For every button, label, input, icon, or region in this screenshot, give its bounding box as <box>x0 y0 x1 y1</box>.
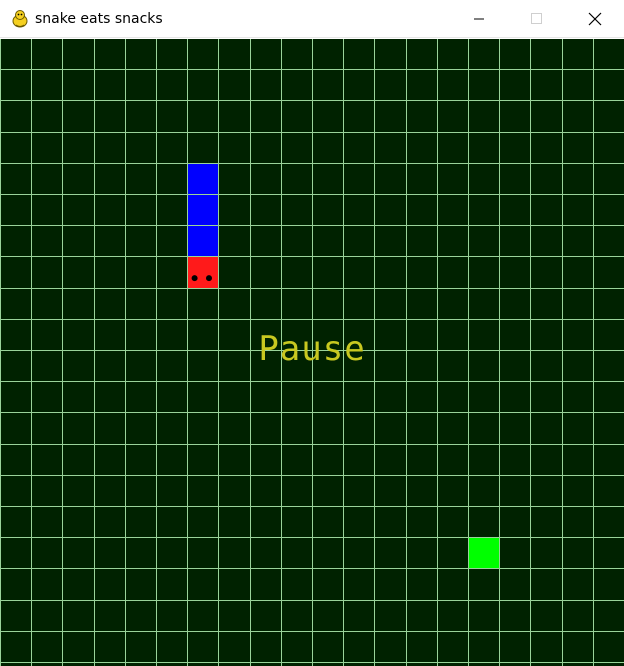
game-window: snake eats snacks Pause <box>0 0 624 666</box>
snake-head <box>188 257 218 288</box>
title-bar[interactable]: snake eats snacks <box>0 0 624 38</box>
snack-food <box>469 538 499 568</box>
snake-body-segment <box>188 195 218 225</box>
pygame-snake-icon <box>12 10 28 28</box>
snake-eye <box>206 275 212 282</box>
pause-status-text: Pause <box>258 329 366 369</box>
snake-eye <box>191 275 198 282</box>
snake-body-segment <box>188 164 218 194</box>
close-button[interactable] <box>566 0 624 38</box>
window-title: snake eats snacks <box>35 11 163 27</box>
maximize-button[interactable] <box>508 0 566 38</box>
close-icon <box>588 12 602 26</box>
snake-body-segment <box>188 226 218 256</box>
minimize-icon <box>474 18 484 20</box>
game-board[interactable]: Pause <box>0 39 624 666</box>
minimize-button[interactable] <box>450 0 508 38</box>
maximize-icon <box>531 13 542 24</box>
